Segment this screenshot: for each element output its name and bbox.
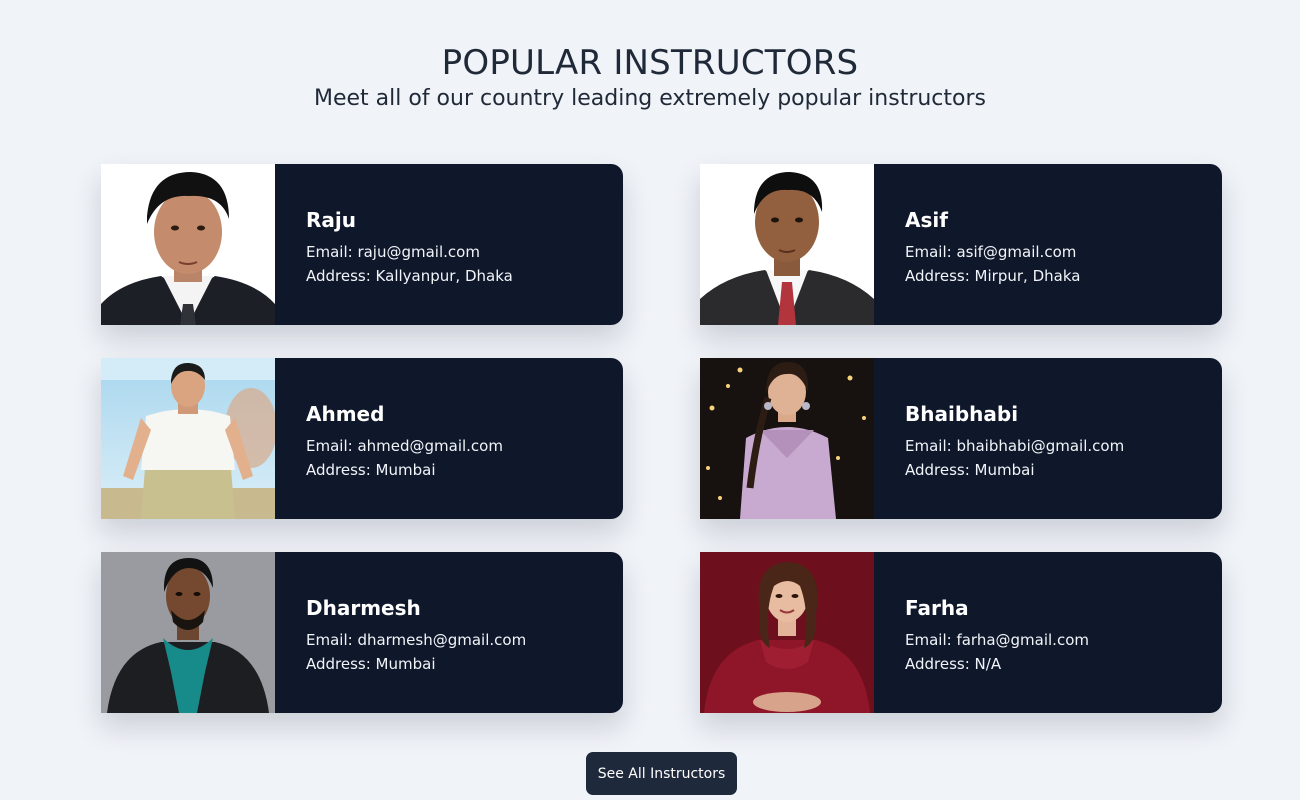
- instructor-photo: [101, 358, 275, 519]
- instructor-address: Address: N/A: [905, 655, 1002, 673]
- instructor-photo: [700, 358, 874, 519]
- instructor-name: Asif: [905, 208, 948, 232]
- instructor-card[interactable]: Farha Email: farha@gmail.com Address: N/…: [700, 552, 1222, 713]
- instructor-photo: [700, 552, 874, 713]
- person-photo-scarf-icon: [101, 552, 275, 713]
- instructor-info: Dharmesh Email: dharmesh@gmail.com Addre…: [275, 552, 526, 713]
- instructor-info: Asif Email: asif@gmail.com Address: Mirp…: [874, 164, 1080, 325]
- instructor-name: Ahmed: [306, 402, 385, 426]
- person-photo-suit-tie-icon: [700, 164, 874, 325]
- instructor-email: Email: farha@gmail.com: [905, 631, 1089, 649]
- popular-instructors-section: POPULAR INSTRUCTORS Meet all of our coun…: [0, 0, 1300, 800]
- person-photo-maroon-icon: [700, 552, 874, 713]
- instructor-email: Email: bhaibhabi@gmail.com: [905, 437, 1125, 455]
- instructor-photo: [101, 164, 275, 325]
- instructor-info: Bhaibhabi Email: bhaibhabi@gmail.com Add…: [874, 358, 1124, 519]
- section-subtitle: Meet all of our country leading extremel…: [313, 86, 986, 111]
- instructor-email: Email: asif@gmail.com: [905, 243, 1077, 261]
- instructor-name: Bhaibhabi: [905, 402, 1019, 426]
- instructor-address: Address: Mirpur, Dhaka: [905, 267, 1081, 285]
- instructor-card[interactable]: Ahmed Email: ahmed@gmail.com Address: Mu…: [101, 358, 623, 519]
- instructor-info: Farha Email: farha@gmail.com Address: N/…: [874, 552, 1089, 713]
- person-photo-poster-icon: [101, 358, 275, 519]
- instructor-name: Farha: [905, 596, 969, 620]
- instructor-address: Address: Mumbai: [306, 655, 436, 673]
- instructor-address: Address: Mumbai: [905, 461, 1035, 479]
- instructor-name: Raju: [306, 208, 356, 232]
- instructor-name: Dharmesh: [306, 596, 421, 620]
- section-title: POPULAR INSTRUCTORS: [441, 43, 859, 83]
- instructor-email: Email: raju@gmail.com: [306, 243, 480, 261]
- instructor-info: Raju Email: raju@gmail.com Address: Kall…: [275, 164, 513, 325]
- person-photo-suit-icon: [101, 164, 275, 325]
- instructor-photo: [700, 164, 874, 325]
- instructor-card[interactable]: Dharmesh Email: dharmesh@gmail.com Addre…: [101, 552, 623, 713]
- see-all-instructors-button[interactable]: See All Instructors: [586, 752, 737, 795]
- instructor-address: Address: Mumbai: [306, 461, 436, 479]
- instructor-info: Ahmed Email: ahmed@gmail.com Address: Mu…: [275, 358, 503, 519]
- instructor-address: Address: Kallyanpur, Dhaka: [306, 267, 513, 285]
- instructor-card[interactable]: Asif Email: asif@gmail.com Address: Mirp…: [700, 164, 1222, 325]
- instructor-card[interactable]: Bhaibhabi Email: bhaibhabi@gmail.com Add…: [700, 358, 1222, 519]
- instructor-photo: [101, 552, 275, 713]
- person-photo-stage-icon: [700, 358, 874, 519]
- instructor-grid: Raju Email: raju@gmail.com Address: Kall…: [101, 164, 1222, 713]
- instructor-card[interactable]: Raju Email: raju@gmail.com Address: Kall…: [101, 164, 623, 325]
- instructor-email: Email: dharmesh@gmail.com: [306, 631, 527, 649]
- instructor-email: Email: ahmed@gmail.com: [306, 437, 503, 455]
